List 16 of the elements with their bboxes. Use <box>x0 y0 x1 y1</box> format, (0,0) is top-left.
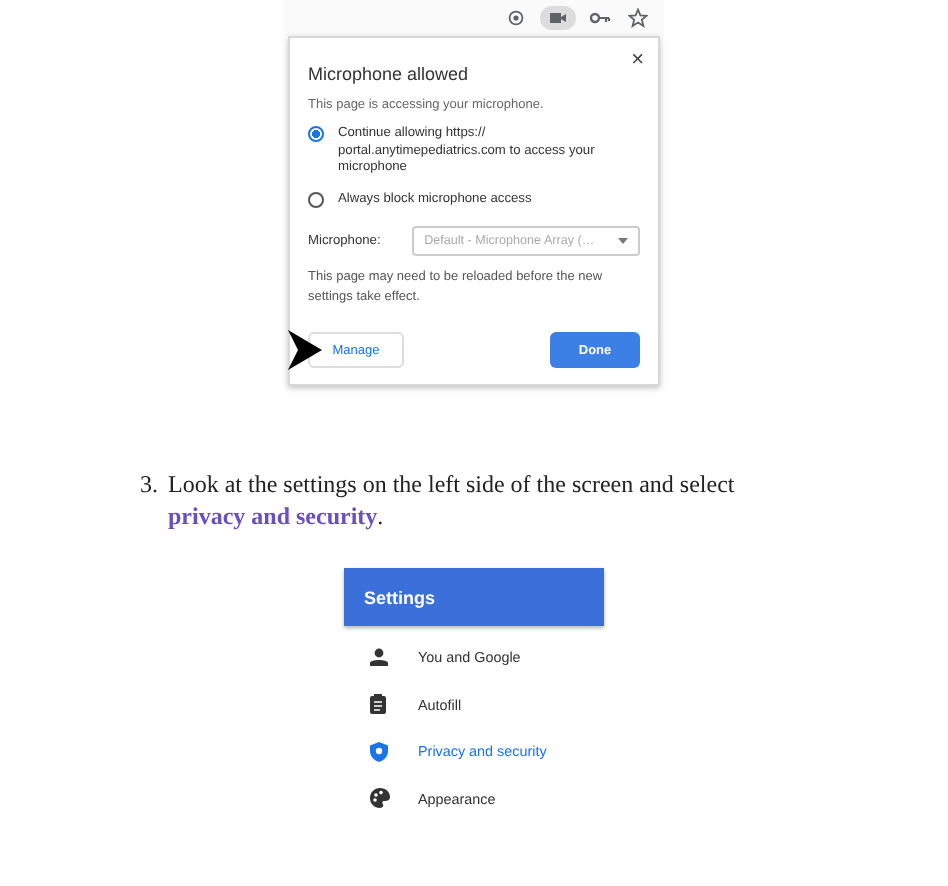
person-icon <box>370 648 388 667</box>
arrow-pointer-icon <box>288 330 322 370</box>
palette-icon <box>370 788 390 809</box>
camera-icon[interactable] <box>540 6 576 30</box>
star-icon[interactable] <box>624 6 652 30</box>
popup-title: Microphone allowed <box>308 64 469 84</box>
radio-button[interactable] <box>308 191 324 207</box>
close-button[interactable]: × <box>631 50 644 72</box>
caret-icon <box>618 238 628 244</box>
step-number: 3. <box>140 468 160 502</box>
clipboard-icon <box>370 694 386 715</box>
settings-title: Settings <box>364 587 436 607</box>
step-instruction: Look at the settings on the left side of the screen and select privacy and security. <box>168 468 737 532</box>
privacy-link[interactable]: privacy and security <box>168 502 378 530</box>
radio-button[interactable] <box>308 126 324 142</box>
shield-icon <box>370 741 388 762</box>
